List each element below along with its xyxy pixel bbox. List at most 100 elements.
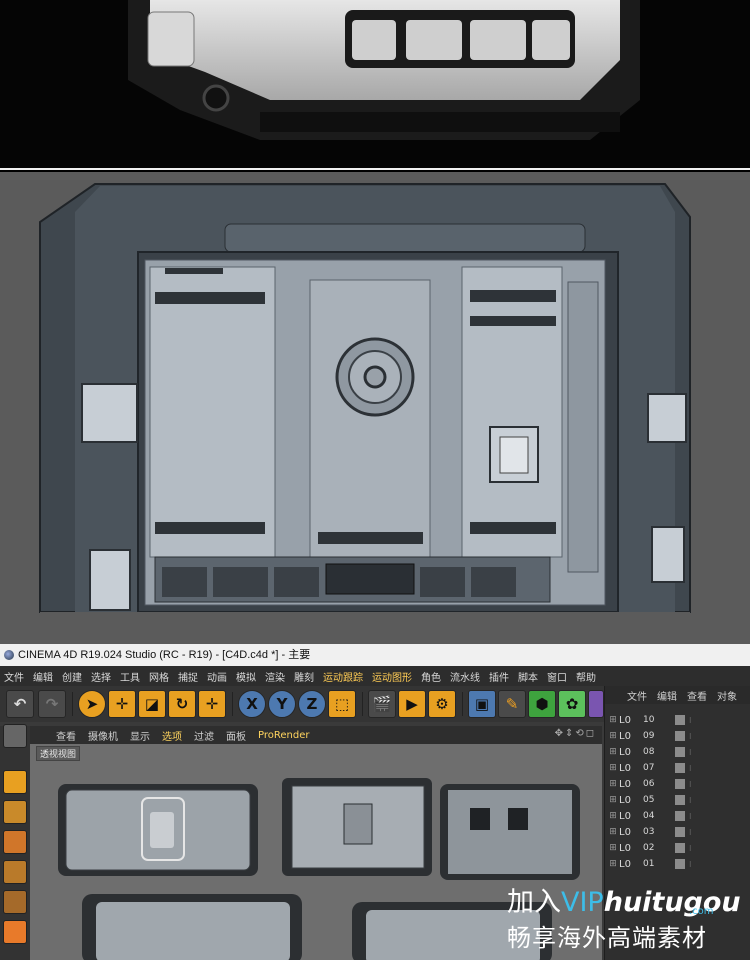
object-row[interactable]: ⊞ L0 10 ⁝ xyxy=(605,712,750,728)
expand-icon[interactable]: ⊞ xyxy=(607,715,619,725)
layer-tag-icon[interactable] xyxy=(675,747,685,757)
menu-mograph[interactable]: 运动图形 xyxy=(372,669,412,684)
layer-tag-icon[interactable] xyxy=(675,843,685,853)
object-row[interactable]: ⊞ L0 02 ⁝ xyxy=(605,840,750,856)
expand-icon[interactable]: ⊞ xyxy=(607,827,619,837)
points-mode-button[interactable] xyxy=(3,860,27,884)
layer-tag-icon[interactable] xyxy=(675,763,685,773)
edges-mode-button[interactable] xyxy=(3,890,27,914)
window-titlebar: CINEMA 4D R19.024 Studio (RC - R19) - [C… xyxy=(0,644,750,666)
object-prefix: L0 xyxy=(619,858,631,870)
polygons-mode-button[interactable] xyxy=(3,920,27,944)
layer-tag-icon[interactable] xyxy=(675,827,685,837)
object-row[interactable]: ⊞ L0 06 ⁝ xyxy=(605,776,750,792)
object-row[interactable]: ⊞ L0 03 ⁝ xyxy=(605,824,750,840)
layer-tag-icon[interactable] xyxy=(675,731,685,741)
object-row[interactable]: ⊞ L0 08 ⁝ xyxy=(605,744,750,760)
object-menu-view[interactable]: 查看 xyxy=(687,688,707,703)
layer-tag-icon[interactable] xyxy=(675,795,685,805)
menu-help[interactable]: 帮助 xyxy=(576,669,596,684)
render-preview-wireframe xyxy=(0,172,750,644)
x-axis-button[interactable]: X xyxy=(238,690,266,718)
visibility-dots-icon[interactable]: ⁝ xyxy=(689,780,692,789)
menu-snap[interactable]: 捕捉 xyxy=(178,669,198,684)
live-selection-button[interactable]: ➤ xyxy=(78,690,106,718)
menu-create[interactable]: 创建 xyxy=(62,669,82,684)
pen-spline-button[interactable]: ✎ xyxy=(498,690,526,718)
object-menu-edit[interactable]: 编辑 xyxy=(657,688,677,703)
menu-simulate[interactable]: 模拟 xyxy=(236,669,256,684)
z-axis-button[interactable]: Z xyxy=(298,690,326,718)
visibility-dots-icon[interactable]: ⁝ xyxy=(689,812,692,821)
toolbar-separator xyxy=(462,692,463,716)
make-editable-button[interactable] xyxy=(3,724,27,748)
mode-palette xyxy=(0,724,30,960)
layer-tag-icon[interactable] xyxy=(675,715,685,725)
visibility-dots-icon[interactable]: ⁝ xyxy=(689,732,692,741)
menu-mesh[interactable]: 网格 xyxy=(149,669,169,684)
y-axis-button[interactable]: Y xyxy=(268,690,296,718)
expand-icon[interactable]: ⊞ xyxy=(607,779,619,789)
cube-primitive-button[interactable]: ▣ xyxy=(468,690,496,718)
expand-icon[interactable]: ⊞ xyxy=(607,843,619,853)
menu-character[interactable]: 角色 xyxy=(421,669,441,684)
visibility-dots-icon[interactable]: ⁝ xyxy=(689,860,692,869)
menu-plugins[interactable]: 插件 xyxy=(489,669,509,684)
menu-render[interactable]: 渲染 xyxy=(265,669,285,684)
menu-edit[interactable]: 编辑 xyxy=(33,669,53,684)
redo-button[interactable]: ↷ xyxy=(38,690,66,718)
menu-file[interactable]: 文件 xyxy=(4,669,24,684)
render-settings-button[interactable]: ⚙ xyxy=(428,690,456,718)
expand-icon[interactable]: ⊞ xyxy=(607,859,619,869)
subdivision-surface-button[interactable]: ⬢ xyxy=(528,690,556,718)
render-picture-viewer-button[interactable]: ▶ xyxy=(398,690,426,718)
visibility-dots-icon[interactable]: ⁝ xyxy=(689,748,692,757)
undo-button[interactable]: ↶ xyxy=(6,690,34,718)
menu-sculpt[interactable]: 雕刻 xyxy=(294,669,314,684)
menu-script[interactable]: 脚本 xyxy=(518,669,538,684)
layer-tag-icon[interactable] xyxy=(675,811,685,821)
menu-select[interactable]: 选择 xyxy=(91,669,111,684)
object-row[interactable]: ⊞ L0 07 ⁝ xyxy=(605,760,750,776)
watermark-domain: .com xyxy=(689,906,714,917)
toolbar-separator xyxy=(232,692,233,716)
move-tool-button[interactable]: ✛ xyxy=(108,690,136,718)
scale-tool-button[interactable]: ◪ xyxy=(138,690,166,718)
object-menu-objects[interactable]: 对象 xyxy=(717,688,737,703)
texture-mode-button[interactable] xyxy=(3,800,27,824)
expand-icon[interactable]: ⊞ xyxy=(607,747,619,757)
transform-tool-button[interactable]: ✛ xyxy=(198,690,226,718)
menu-motion-tracking[interactable]: 运动跟踪 xyxy=(323,669,363,684)
rotate-tool-button[interactable]: ↻ xyxy=(168,690,196,718)
menu-window[interactable]: 窗口 xyxy=(547,669,567,684)
expand-icon[interactable]: ⊞ xyxy=(607,731,619,741)
visibility-dots-icon[interactable]: ⁝ xyxy=(689,764,692,773)
object-row[interactable]: ⊞ L0 04 ⁝ xyxy=(605,808,750,824)
workplane-mode-button[interactable] xyxy=(3,830,27,854)
visibility-dots-icon[interactable]: ⁝ xyxy=(689,716,692,725)
expand-icon[interactable]: ⊞ xyxy=(607,763,619,773)
visibility-dots-icon[interactable]: ⁝ xyxy=(689,796,692,805)
object-number: 07 xyxy=(643,763,655,773)
model-mode-button[interactable] xyxy=(3,770,27,794)
object-number: 05 xyxy=(643,795,655,805)
coordinate-system-button[interactable]: ⬚ xyxy=(328,690,356,718)
menu-tools[interactable]: 工具 xyxy=(120,669,140,684)
object-row[interactable]: ⊞ L0 09 ⁝ xyxy=(605,728,750,744)
visibility-dots-icon[interactable]: ⁝ xyxy=(689,828,692,837)
layer-tag-icon[interactable] xyxy=(675,779,685,789)
deformer-button[interactable] xyxy=(588,690,604,718)
object-row[interactable]: ⊞ L0 05 ⁝ xyxy=(605,792,750,808)
expand-icon[interactable]: ⊞ xyxy=(607,811,619,821)
visibility-dots-icon[interactable]: ⁝ xyxy=(689,844,692,853)
layer-tag-icon[interactable] xyxy=(675,859,685,869)
expand-icon[interactable]: ⊞ xyxy=(607,795,619,805)
cube-icon: ▣ xyxy=(474,695,490,713)
menu-animate[interactable]: 动画 xyxy=(207,669,227,684)
cloner-button[interactable]: ✿ xyxy=(558,690,586,718)
object-number: 08 xyxy=(643,747,655,757)
render-view-button[interactable]: 🎬 xyxy=(368,690,396,718)
object-menu-file[interactable]: 文件 xyxy=(627,688,647,703)
object-row[interactable]: ⊞ L0 01 ⁝ xyxy=(605,856,750,872)
menu-pipeline[interactable]: 流水线 xyxy=(450,669,480,684)
